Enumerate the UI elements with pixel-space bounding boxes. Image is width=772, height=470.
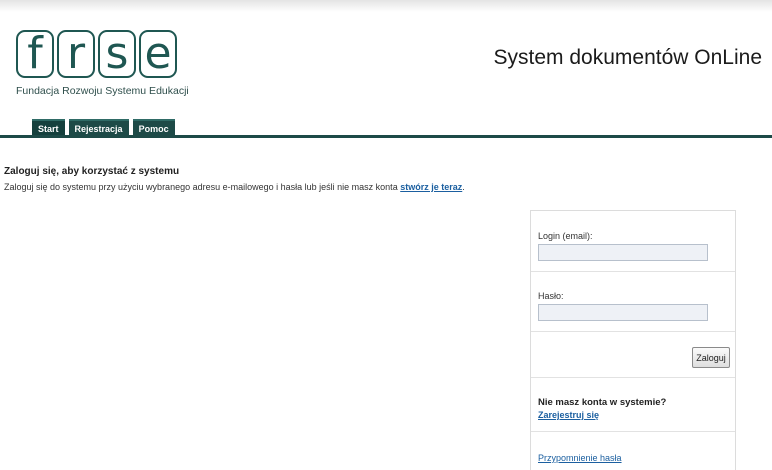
login-panel: Login (email): Hasło: Zaloguj Nie masz k… — [530, 210, 736, 470]
top-shadow — [0, 0, 772, 12]
nav-underline — [0, 135, 772, 138]
instructions-period: . — [462, 182, 465, 192]
tab-pomoc[interactable]: Pomoc — [132, 119, 175, 136]
main-nav-tabs: Start Rejestracja Pomoc — [32, 119, 175, 136]
tab-rejestracja[interactable]: Rejestracja — [68, 119, 129, 136]
frse-logo[interactable]: f r s e Fundacja Rozwoju Systemu Edukacj… — [16, 30, 191, 100]
logo-letter-r: r — [57, 30, 95, 78]
no-account-text: Nie masz konta w systemie? — [538, 397, 667, 408]
logo-caption: Fundacja Rozwoju Systemu Edukacji — [16, 85, 189, 97]
create-account-link[interactable]: stwórz je teraz — [400, 182, 462, 192]
system-title: System dokumentów OnLine — [493, 46, 762, 69]
instructions-text: Zaloguj się do systemu przy użyciu wybra… — [4, 182, 398, 192]
password-label: Hasło: — [538, 291, 564, 301]
logo-letter-f: f — [16, 30, 54, 78]
login-email-input[interactable] — [538, 244, 708, 261]
login-label: Login (email): — [538, 231, 593, 241]
login-button[interactable]: Zaloguj — [692, 347, 730, 368]
login-heading: Zaloguj się, aby korzystać z systemu — [4, 166, 180, 177]
login-section: Login (email): — [531, 211, 735, 272]
tab-start[interactable]: Start — [32, 119, 65, 136]
login-instructions: Zaloguj się do systemu przy użyciu wybra… — [4, 182, 465, 192]
password-input[interactable] — [538, 304, 708, 321]
password-reminder-link[interactable]: Przypomnienie hasła — [538, 453, 622, 463]
register-link[interactable]: Zarejestruj się — [538, 410, 599, 420]
password-section: Hasło: — [531, 271, 735, 332]
logo-letter-s: s — [98, 30, 136, 78]
logo-letters: f r s e — [16, 30, 177, 78]
logo-letter-e: e — [139, 30, 177, 78]
